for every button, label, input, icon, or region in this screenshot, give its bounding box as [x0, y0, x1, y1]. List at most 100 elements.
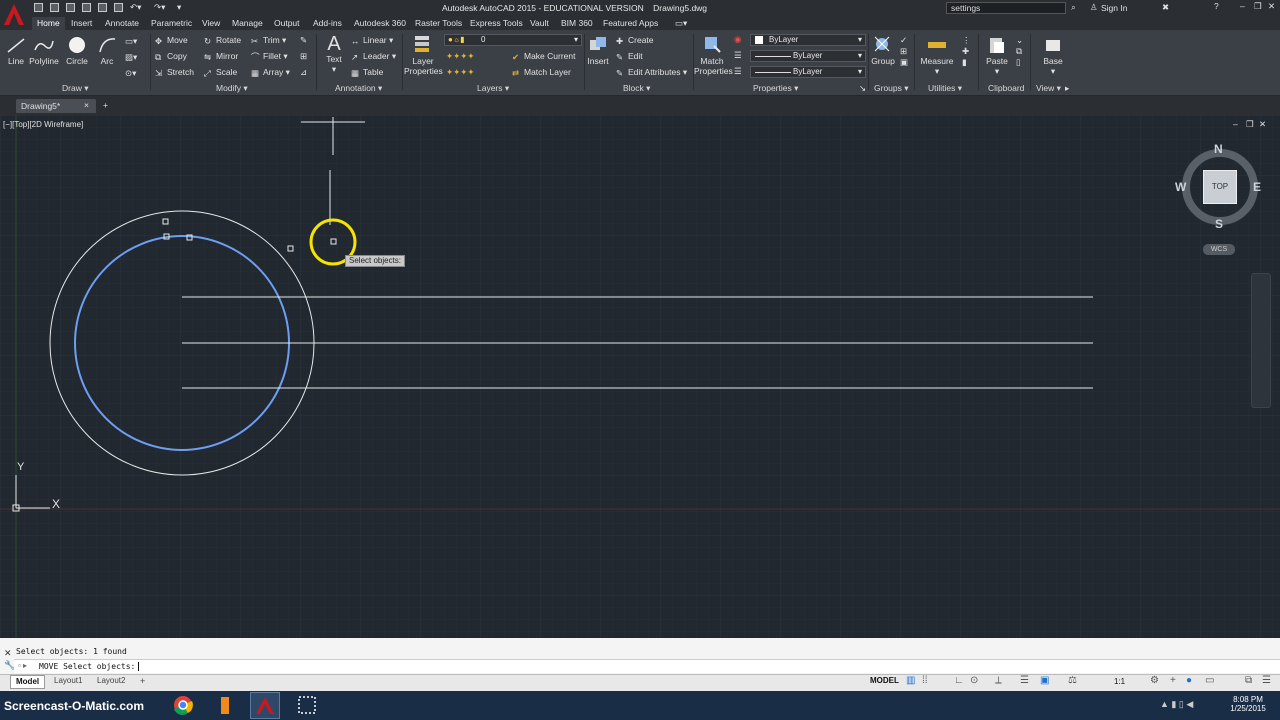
annotation-scale[interactable]: 1:1 — [1114, 677, 1125, 686]
redo-icon[interactable]: ↷▾ — [154, 2, 165, 13]
hardware-acceleration-icon[interactable]: ▭ — [1205, 675, 1214, 686]
block-panel-title[interactable]: Block ▾ — [623, 83, 650, 94]
tab-featured-apps[interactable]: Featured Apps — [598, 17, 663, 30]
layer-tools-icons[interactable]: ✦✦✦✦ — [446, 51, 475, 62]
customization-icon[interactable]: ☰ — [1262, 675, 1271, 686]
drawing-area[interactable] — [0, 115, 1280, 638]
viewcube[interactable]: TOP N S E W — [1175, 142, 1262, 231]
view-panel-title[interactable]: View ▾ — [1036, 83, 1061, 94]
tab-parametric[interactable]: Parametric — [146, 17, 197, 30]
array-button[interactable]: ▦ Array ▾ — [251, 67, 290, 78]
close-button[interactable]: ✕ — [1268, 1, 1275, 12]
system-tray-icons[interactable]: ▲ ▮ ▯ ◀ — [1160, 699, 1193, 710]
offset-icon[interactable]: ⊿ — [300, 67, 307, 78]
tab-bim-360[interactable]: BIM 360 — [556, 17, 598, 30]
viewport-controls-label[interactable]: [−][Top][2D Wireframe] — [3, 120, 83, 129]
drawing-canvas[interactable]: X Y [−][Top][2D Wireframe] Select object… — [0, 115, 1280, 638]
leader-button[interactable]: ↗ Leader ▾ — [351, 51, 396, 62]
print-icon[interactable] — [114, 3, 123, 12]
panel-overflow-icon[interactable]: ▸ — [1065, 83, 1069, 94]
grid-icon[interactable]: ▥ — [906, 675, 915, 686]
navigation-bar[interactable] — [1251, 273, 1271, 408]
layer-dropdown[interactable]: ●☼▮ 0 ▾ — [444, 34, 582, 46]
group-button[interactable]: Group — [870, 34, 896, 66]
copy-button[interactable]: ⧉ Copy — [155, 51, 187, 62]
match-layer-button[interactable]: ⇄ Match Layer — [512, 67, 571, 78]
undo-icon[interactable]: ↶▾ — [130, 2, 141, 13]
wcs-menu[interactable]: WCS — [1203, 244, 1235, 255]
tab-raster-tools[interactable]: Raster Tools — [410, 17, 467, 30]
paste-dropdown-icon[interactable]: ▾ — [995, 66, 999, 76]
layout-tab-layout1[interactable]: Layout1 — [50, 675, 86, 689]
groups-panel-title[interactable]: Groups ▾ — [874, 83, 909, 94]
move-button[interactable]: ✥ Move — [155, 35, 188, 46]
close-icon[interactable]: ✕ — [4, 648, 12, 659]
linetype-dropdown[interactable]: ByLayer ▾ — [750, 66, 866, 78]
ortho-icon[interactable]: ∟ — [954, 675, 964, 686]
search-box[interactable]: settings — [946, 2, 1066, 14]
modify-panel-title[interactable]: Modify ▾ — [216, 83, 248, 94]
layout-tab-layout2[interactable]: Layout2 — [93, 675, 129, 689]
utilities-panel-title[interactable]: Utilities ▾ — [928, 83, 962, 94]
add-scale-icon[interactable]: + — [1170, 675, 1176, 686]
help-icon[interactable]: ? — [1214, 1, 1219, 11]
new-tab-icon[interactable]: + — [103, 100, 108, 110]
minimize-button[interactable]: ‒ — [1240, 1, 1245, 11]
viewport-minimize-icon[interactable]: ‒ — [1233, 119, 1238, 129]
layer-properties-button[interactable]: Layer Properties — [404, 34, 443, 76]
tab-vault[interactable]: Vault — [525, 17, 554, 30]
properties-launcher-icon[interactable]: ↘ — [859, 83, 866, 94]
screen-capture-taskbar-button[interactable] — [294, 693, 320, 718]
snap-icon[interactable]: ⁞⁞ — [922, 675, 928, 686]
layout-tab-model[interactable]: Model — [10, 675, 46, 689]
close-icon[interactable]: × — [84, 100, 89, 110]
table-button[interactable]: ▦ Table — [351, 67, 383, 78]
command-input-row[interactable]: ▫ ▸ MOVE Select objects: — [14, 659, 1280, 673]
isolate-objects-icon[interactable]: ● — [1186, 675, 1192, 686]
tab-home[interactable]: Home — [32, 17, 65, 30]
tab-manage[interactable]: Manage — [227, 17, 268, 30]
chrome-taskbar-button[interactable] — [170, 693, 196, 718]
command-input[interactable]: MOVE Select objects: — [39, 662, 135, 671]
tab-output[interactable]: Output — [269, 17, 305, 30]
autocad-taskbar-button[interactable] — [250, 692, 280, 719]
mirror-button[interactable]: ⇋ Mirror — [204, 51, 238, 62]
create-block-button[interactable]: ✚ Create — [616, 35, 654, 46]
clean-screen-icon[interactable]: ⧉ — [1245, 675, 1252, 686]
arc-button[interactable]: Arc — [96, 36, 118, 66]
new-icon[interactable] — [34, 3, 43, 12]
compass-north[interactable]: N — [1214, 142, 1223, 156]
layers-panel-title[interactable]: Layers ▾ — [477, 83, 509, 94]
customize-qat-icon[interactable]: ▾ — [177, 2, 181, 13]
edit-attributes-button[interactable]: ✎ Edit Attributes ▾ — [616, 67, 687, 78]
tab-annotate[interactable]: Annotate — [100, 17, 144, 30]
layer-tools-icons-2[interactable]: ✦✦✦✦ — [446, 67, 475, 78]
system-clock[interactable]: 8:08 PM 1/25/2015 — [1228, 695, 1268, 713]
edit-block-button[interactable]: ✎ Edit — [616, 51, 643, 62]
osnap-icon[interactable]: ⟂ — [995, 675, 1002, 686]
hatch-icon[interactable]: ▨▾ — [125, 52, 137, 63]
autocad-logo-button[interactable] — [0, 0, 28, 30]
make-current-button[interactable]: ✔ Make Current — [512, 51, 576, 62]
fillet-button[interactable]: ⌒ Fillet ▾ — [251, 51, 288, 62]
file-tab-drawing5[interactable]: Drawing5* × — [16, 99, 96, 113]
draw-more-icon[interactable]: ⊙▾ — [125, 68, 136, 79]
polyline-button[interactable]: Polyline — [28, 36, 60, 66]
save-icon[interactable] — [66, 3, 75, 12]
viewport-restore-icon[interactable]: ❐ — [1246, 119, 1254, 130]
selection-cycling-icon[interactable]: ▣ — [1040, 675, 1049, 686]
paste-button[interactable]: Paste ▾ — [984, 36, 1010, 77]
viewcube-top-face[interactable]: TOP — [1203, 170, 1237, 204]
search-input[interactable]: settings — [951, 3, 980, 13]
properties-panel-title[interactable]: Properties ▾ — [753, 83, 798, 94]
search-icon[interactable]: ⌕ — [1071, 2, 1076, 13]
tab-view[interactable]: View — [197, 17, 225, 30]
restore-button[interactable]: ❐ — [1254, 1, 1262, 12]
viewport-close-icon[interactable]: ✕ — [1259, 119, 1266, 130]
measure-button[interactable]: Measure ▾ — [918, 36, 956, 77]
trim-button[interactable]: ✂ Trim ▾ — [251, 35, 286, 46]
add-layout-icon[interactable]: + — [140, 676, 145, 686]
compass-east[interactable]: E — [1253, 180, 1261, 194]
line-button[interactable]: Line — [5, 36, 27, 66]
circle-button[interactable]: Circle — [64, 36, 90, 66]
